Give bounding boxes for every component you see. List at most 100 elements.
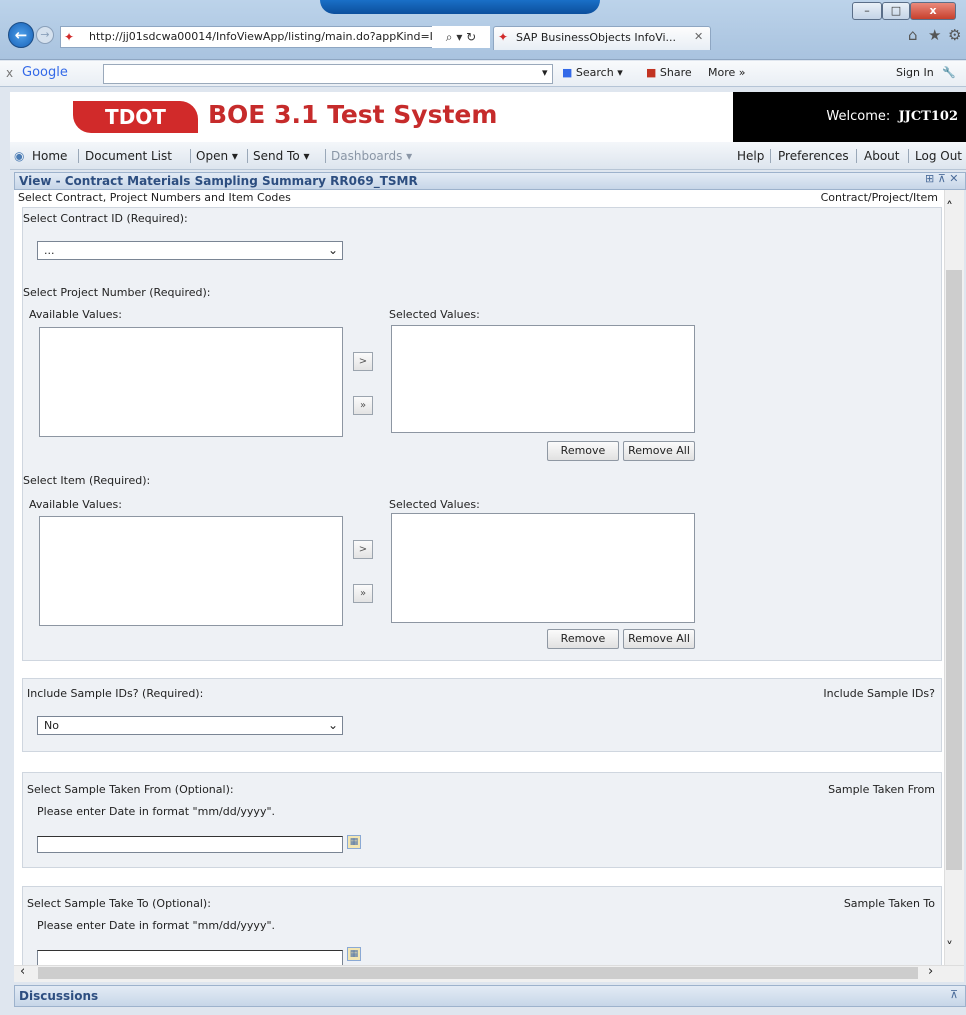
vertical-scroll-thumb[interactable] [946, 270, 962, 870]
to-right-label: Sample Taken To [843, 897, 935, 910]
from-date-input[interactable] [37, 836, 343, 853]
item-selected-label: Selected Values: [389, 498, 480, 511]
project-add-button[interactable]: > [353, 352, 373, 371]
app-title: BOE 3.1 Test System [208, 100, 498, 129]
menu-help[interactable]: Help [737, 142, 764, 170]
pin-icon[interactable]: ⊼ [950, 988, 958, 1001]
minimize-button[interactable]: – [852, 2, 882, 20]
menu-dashboards[interactable]: Dashboards ▾ [331, 142, 412, 170]
project-available-label: Available Values: [29, 308, 122, 321]
project-label: Select Project Number (Required): [23, 286, 211, 299]
chevron-down-icon: ⌄ [327, 243, 338, 257]
to-section: Select Sample Take To (Optional): Sample… [22, 886, 942, 965]
menu-open[interactable]: Open ▾ [196, 142, 238, 170]
section-subtitle: Select Contract, Project Numbers and Ite… [18, 191, 291, 204]
calendar-icon[interactable]: ▦ [347, 835, 361, 849]
contract-select-value: ... [44, 244, 55, 257]
menu-separator [770, 149, 771, 163]
section-subtitle-right: Contract/Project/Item [820, 191, 938, 204]
menu-logout[interactable]: Log Out [915, 142, 962, 170]
left-frame-edge [0, 88, 10, 1015]
contract-label: Select Contract ID (Required): [23, 212, 188, 225]
from-right-label: Sample Taken From [828, 783, 935, 796]
home-globe-icon: ◉ [14, 149, 25, 163]
include-select[interactable]: No ⌄ [37, 716, 343, 735]
home-icon[interactable]: ⌂ [908, 26, 918, 44]
search-dropdown-icon[interactable]: ▾ [542, 66, 548, 79]
close-window-button[interactable]: x [910, 2, 956, 20]
project-add-all-button[interactable]: » [353, 396, 373, 415]
from-date-hint: Please enter Date in format "mm/dd/yyyy"… [37, 805, 276, 818]
google-share-button[interactable]: ■ Share [646, 66, 692, 79]
to-date-input[interactable] [37, 950, 343, 965]
wrench-icon[interactable]: 🔧 [942, 66, 956, 79]
from-section: Select Sample Taken From (Optional): Sam… [22, 772, 942, 868]
menu-separator [325, 149, 326, 163]
to-label: Select Sample Take To (Optional): [27, 897, 211, 910]
tab-favicon-icon: ✦ [498, 30, 509, 44]
menu-separator [190, 149, 191, 163]
item-label: Select Item (Required): [23, 474, 151, 487]
item-remove-button[interactable]: Remove [547, 629, 619, 649]
prompt-content: Select Contract, Project Numbers and Ite… [14, 190, 944, 965]
discussions-panel-title[interactable]: Discussions [14, 985, 966, 1007]
google-search-button[interactable]: ■ Search ▾ [562, 66, 623, 79]
menu-document-list[interactable]: Document List [85, 142, 172, 170]
menu-about[interactable]: About [864, 142, 899, 170]
chevron-down-icon: ⌄ [327, 718, 338, 732]
scroll-right-icon[interactable]: › [928, 964, 933, 979]
item-remove-all-button[interactable]: Remove All [623, 629, 695, 649]
menu-separator [908, 149, 909, 163]
scroll-down-icon[interactable]: ˅ [946, 940, 953, 956]
welcome-box: Welcome: JJCT102 [733, 92, 966, 142]
search-refresh-icon[interactable]: ⌕ ▾ ↻ [432, 26, 490, 48]
back-arrow-icon[interactable]: ← [8, 22, 34, 48]
menu-separator [856, 149, 857, 163]
include-section: Include Sample IDs? (Required): Include … [22, 678, 942, 752]
menu-send-to[interactable]: Send To ▾ [253, 142, 310, 170]
google-more-button[interactable]: More » [708, 66, 746, 79]
item-add-button[interactable]: > [353, 540, 373, 559]
project-selected-label: Selected Values: [389, 308, 480, 321]
search-icon: ■ [562, 66, 573, 79]
project-remove-button[interactable]: Remove [547, 441, 619, 461]
address-bar[interactable]: http://jj01sdcwa00014/InfoViewApp/listin… [60, 26, 490, 48]
menu-home[interactable]: Home [32, 142, 67, 170]
sap-favicon-icon: ✦ [64, 30, 75, 44]
horizontal-scroll-thumb[interactable] [38, 967, 918, 979]
tools-gear-icon[interactable]: ⚙ [948, 26, 961, 44]
item-selected-list[interactable] [391, 513, 695, 623]
favorites-star-icon[interactable]: ★ [928, 26, 941, 44]
project-remove-all-button[interactable]: Remove All [623, 441, 695, 461]
calendar-icon[interactable]: ▦ [347, 947, 361, 961]
forward-arrow-icon[interactable]: → [36, 26, 54, 44]
browser-tab[interactable]: SAP BusinessObjects InfoVi... [493, 26, 711, 50]
contract-select[interactable]: ... ⌄ [37, 241, 343, 260]
scroll-up-icon[interactable]: ˄ [946, 200, 953, 216]
scroll-left-icon[interactable]: ‹ [20, 964, 25, 979]
item-add-all-button[interactable]: » [353, 584, 373, 603]
menu-bar: ◉ Home Document List Open ▾ Send To ▾ Da… [10, 142, 966, 170]
include-select-value: No [44, 719, 59, 732]
tab-close-icon[interactable]: ✕ [694, 30, 703, 43]
menu-separator [247, 149, 248, 163]
welcome-label: Welcome: [826, 109, 891, 124]
include-right-label: Include Sample IDs? [823, 687, 935, 700]
google-signin-link[interactable]: Sign In [896, 66, 934, 79]
project-selected-list[interactable] [391, 325, 695, 433]
maximize-button[interactable]: □ [882, 2, 910, 20]
item-available-label: Available Values: [29, 498, 122, 511]
share-icon: ■ [646, 66, 657, 79]
window-accent [320, 0, 600, 14]
include-label: Include Sample IDs? (Required): [27, 687, 204, 700]
project-available-list[interactable] [39, 327, 343, 437]
item-available-list[interactable] [39, 516, 343, 626]
panel-controls-icon[interactable]: ⊞ ⊼ ✕ [925, 172, 958, 185]
google-search-input[interactable] [103, 64, 553, 84]
contract-section: Select Contract ID (Required): ... ⌄ Sele… [22, 207, 942, 661]
menu-preferences[interactable]: Preferences [778, 142, 849, 170]
toolbar-close-icon[interactable]: x [6, 66, 13, 80]
username: JJCT102 [898, 109, 958, 124]
menu-separator [78, 149, 79, 163]
view-title: View - Contract Materials Sampling Summa… [14, 172, 966, 190]
